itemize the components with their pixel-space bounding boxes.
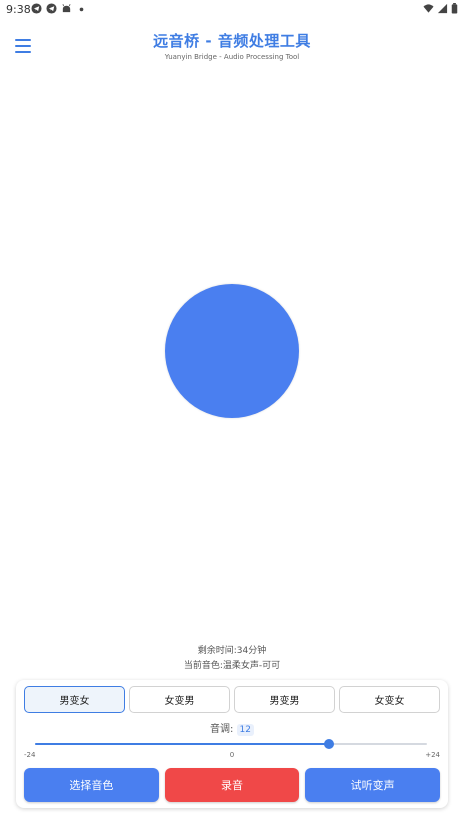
slider-labels: -24 0 +24 [24,751,440,761]
slider-thumb[interactable] [324,739,334,749]
mode-button-male-to-male[interactable]: 男变男 [234,686,335,713]
notification-icons [31,3,87,14]
title-block: 远音桥 - 音频处理工具 Yuanyin Bridge - Audio Proc… [0,30,464,61]
mode-button-female-to-female[interactable]: 女变女 [339,686,440,713]
select-voice-button[interactable]: 选择音色 [24,768,159,802]
preview-button[interactable]: 试听变声 [305,768,441,802]
mode-selector: 男变女 女变男 男变男 女变女 [24,686,440,713]
slider-mid-label: 0 [229,751,235,759]
telegram-icon [46,3,57,14]
record-circle-button[interactable] [165,284,299,418]
pitch-slider[interactable] [35,739,427,749]
action-buttons: 选择音色 录音 试听变声 [24,768,441,802]
mode-button-male-to-female[interactable]: 男变女 [24,686,125,713]
wifi-icon [423,4,434,13]
current-voice: 当前音色:温柔女声-可可 [183,661,281,671]
control-panel: 男变女 女变男 男变男 女变女 音调: 12 -24 0 +24 选择音色 录音… [16,680,448,808]
slider-fill [35,743,329,745]
android-icon [62,4,71,13]
mode-button-female-to-male[interactable]: 女变男 [129,686,230,713]
app-subtitle: Yuanyin Bridge - Audio Processing Tool [164,53,300,61]
record-button[interactable]: 录音 [164,768,300,802]
status-bar: 9:38 [0,0,464,20]
app-title: 远音桥 - 音频处理工具 [153,32,311,50]
pitch-label: 音调: [209,724,234,735]
telegram-icon [31,3,42,14]
pitch-row: 音调: 12 [16,720,448,736]
status-time: 9:38 [6,3,31,16]
dot-icon [79,7,84,12]
slider-max-label: +24 [425,751,440,759]
remaining-time: 剩余时间:34分钟 [197,646,267,656]
pitch-value: 12 [236,724,254,736]
battery-icon [451,3,458,14]
system-icons [423,3,458,14]
signal-icon [437,3,448,14]
